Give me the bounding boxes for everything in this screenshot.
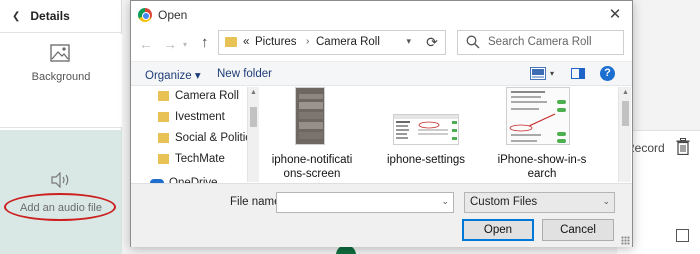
nav-item-label: Camera Roll bbox=[175, 90, 239, 102]
file-name-line: ons-screen bbox=[283, 168, 341, 180]
scroll-up-icon[interactable]: ▲ bbox=[250, 89, 257, 96]
preview-pane-icon[interactable] bbox=[571, 68, 585, 79]
address-dropdown-icon[interactable]: ▾ bbox=[406, 36, 411, 47]
cancel-button[interactable]: Cancel bbox=[542, 219, 614, 241]
details-header[interactable]: ❮ Details bbox=[0, 0, 122, 33]
trash-icon[interactable] bbox=[676, 138, 690, 155]
search-box[interactable]: Search Camera Roll bbox=[457, 30, 624, 55]
file-name-label[interactable]: iphone-notificati ons-screen bbox=[264, 153, 360, 181]
checkbox[interactable] bbox=[676, 229, 689, 242]
organize-button[interactable]: Organize ▾ bbox=[145, 68, 201, 82]
scrollbar-thumb[interactable] bbox=[622, 101, 629, 126]
folder-icon bbox=[225, 37, 237, 47]
resize-grip-icon[interactable] bbox=[621, 236, 630, 245]
image-icon bbox=[50, 44, 70, 62]
nav-item-label: Social & Politica bbox=[175, 132, 247, 144]
file-type-value: Custom Files bbox=[470, 196, 538, 208]
folder-icon bbox=[158, 112, 169, 122]
folder-icon bbox=[158, 91, 169, 101]
open-dialog: Open ✕ ← → ▾ ↑ « Pictures › Camera Roll … bbox=[130, 0, 633, 247]
file-thumbnail[interactable] bbox=[506, 87, 570, 145]
search-icon bbox=[466, 35, 480, 49]
file-thumbnail[interactable] bbox=[393, 114, 459, 145]
iphone-search-screenshot-image bbox=[507, 88, 569, 144]
command-bar: Organize ▾ New folder ▾ ? bbox=[131, 61, 632, 86]
view-options-icon[interactable] bbox=[530, 67, 546, 80]
folder-icon bbox=[158, 133, 169, 143]
dialog-title: Open bbox=[158, 8, 188, 22]
help-icon[interactable]: ? bbox=[600, 66, 615, 81]
chrome-icon bbox=[138, 8, 152, 22]
up-arrow-icon[interactable]: ↑ bbox=[201, 34, 209, 51]
nav-item-label: TechMate bbox=[175, 153, 225, 165]
close-icon[interactable]: ✕ bbox=[605, 5, 625, 25]
file-name-label[interactable]: iPhone-show-in-s earch bbox=[492, 153, 592, 181]
forward-arrow-icon[interactable]: → bbox=[163, 36, 177, 52]
recent-dropdown-icon[interactable]: ▾ bbox=[183, 40, 187, 49]
address-overflow[interactable]: « bbox=[243, 36, 249, 48]
folder-icon bbox=[158, 154, 169, 164]
new-folder-button[interactable]: New folder bbox=[217, 68, 272, 80]
nav-item-social-politica[interactable]: Social & Politica bbox=[158, 129, 247, 147]
back-arrow-icon[interactable]: ← bbox=[139, 36, 153, 52]
file-name-line: earch bbox=[527, 168, 557, 180]
background-tile[interactable]: Background bbox=[0, 34, 122, 128]
crumb-pictures[interactable]: Pictures bbox=[255, 36, 297, 48]
nav-item-camera-roll[interactable]: Camera Roll bbox=[158, 87, 247, 105]
address-bar[interactable]: « Pictures › Camera Roll ▾ bbox=[218, 30, 443, 55]
file-name-line: iphone-notificati bbox=[271, 154, 353, 166]
navigation-row: ← → ▾ ↑ « Pictures › Camera Roll ▾ ⟳ Sea… bbox=[131, 29, 632, 59]
search-placeholder: Search Camera Roll bbox=[488, 36, 592, 48]
refresh-button[interactable]: ⟳ bbox=[419, 30, 446, 55]
nav-scrollbar[interactable]: ▲ bbox=[247, 87, 259, 182]
chevron-down-icon[interactable]: ⌄ bbox=[441, 196, 449, 207]
left-panel: ❮ Details Background Add an audio file bbox=[0, 0, 122, 254]
file-name-line: iPhone-show-in-s bbox=[497, 154, 587, 166]
nav-item-label: Ivestment bbox=[175, 111, 225, 123]
scrollbar-thumb[interactable] bbox=[250, 107, 257, 127]
navigation-pane: Camera Roll Ivestment Social & Politica … bbox=[131, 87, 247, 181]
phone-screenshot-image bbox=[296, 88, 324, 144]
chevron-right-icon[interactable]: › bbox=[306, 36, 309, 47]
highlight-oval bbox=[4, 193, 116, 221]
open-button[interactable]: Open bbox=[462, 219, 534, 241]
file-name-label[interactable]: iphone-settings bbox=[378, 153, 474, 167]
nav-item-techmate[interactable]: TechMate bbox=[158, 150, 247, 168]
speaker-icon bbox=[51, 172, 69, 188]
file-name-input[interactable]: ⌄ bbox=[276, 192, 454, 213]
scroll-up-icon[interactable]: ▲ bbox=[622, 89, 629, 96]
details-label: Details bbox=[30, 9, 70, 23]
nav-item-ivestment[interactable]: Ivestment bbox=[158, 108, 247, 126]
file-list: iphone-notificati ons-screen iphone-sett… bbox=[260, 87, 616, 182]
files-scrollbar[interactable]: ▲ bbox=[618, 87, 631, 182]
audio-tile[interactable]: Add an audio file bbox=[0, 130, 122, 254]
file-type-select[interactable]: Custom Files ⌄ bbox=[464, 192, 615, 213]
file-thumbnail[interactable] bbox=[295, 87, 325, 145]
background-label: Background bbox=[31, 71, 91, 83]
file-name-line: iphone-settings bbox=[387, 154, 465, 166]
dialog-titlebar: Open ✕ bbox=[131, 1, 632, 29]
dialog-footer: File name: ⌄ Custom Files ⌄ Open Cancel bbox=[131, 183, 632, 247]
crumb-camera-roll[interactable]: Camera Roll bbox=[316, 36, 380, 48]
view-dropdown-icon[interactable]: ▾ bbox=[550, 69, 554, 78]
chevron-down-icon: ⌄ bbox=[602, 196, 610, 206]
chevron-left-icon: ❮ bbox=[12, 10, 21, 22]
settings-screenshot-image bbox=[394, 115, 458, 144]
